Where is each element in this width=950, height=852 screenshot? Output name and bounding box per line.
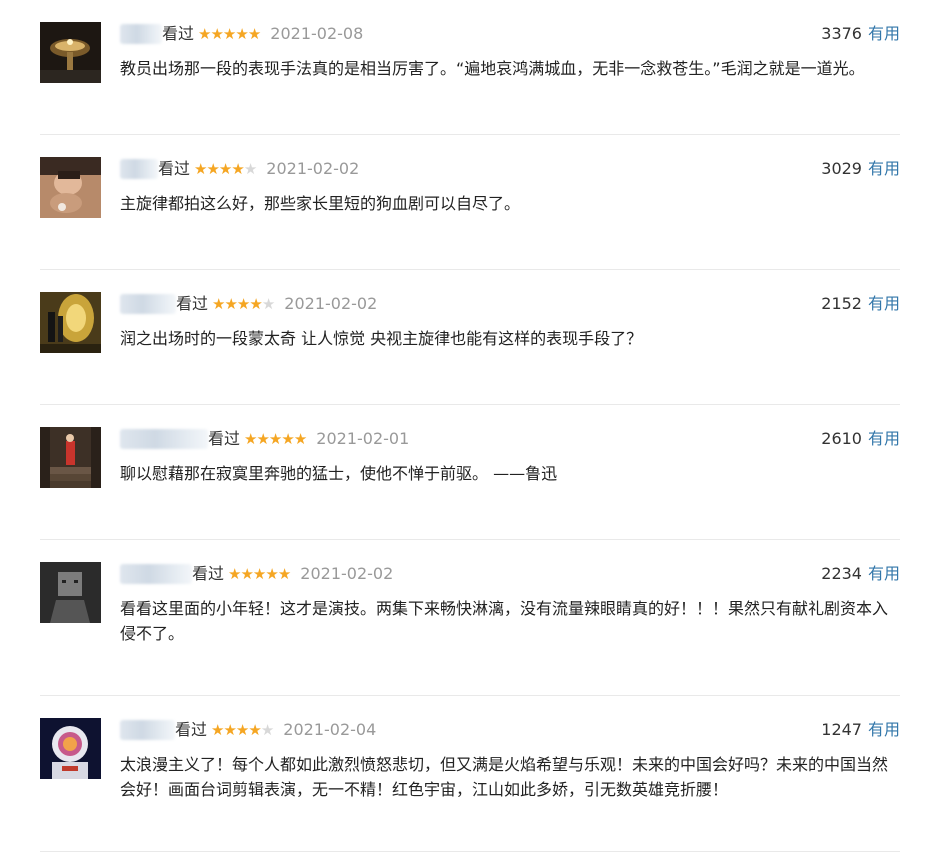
box-head-icon[interactable] [40,562,101,623]
star-icon: ★ [212,295,225,313]
star-icon: ★ [252,565,266,583]
star-icon: ★ [277,565,291,583]
vote-count: 2152 [821,294,862,313]
watch-status: 看过 [176,294,209,313]
star-icon: ★ [268,430,282,448]
star-icon: ★ [235,721,249,739]
star-icon: ★ [281,430,294,448]
star-icon: ★ [228,565,241,583]
watch-status: 看过 [192,564,225,583]
comment-date: 2021-02-02 [266,159,360,178]
star-icon: ★ [248,721,261,739]
star-icon: ★ [223,721,236,739]
vote-count: 1247 [821,720,862,739]
rating-stars: ★★★★★ [194,158,257,180]
comment-text: 聊以慰藉那在寂寞里奔驰的猛士，使他不惮于前驱。 ——鲁迅 [120,464,558,483]
comment-item: 看过 ★★★★★ 2021-02-02 2234 有用 看看这里面的小年轻！这才… [40,540,900,696]
comment-header: 看过 ★★★★★ 2021-02-02 2234 有用 [120,563,900,585]
star-icon: ★ [198,25,211,43]
star-icon: ★ [293,430,307,448]
watch-status: 看过 [208,429,241,448]
star-empty-icon: ★ [260,721,274,739]
username-blurred[interactable] [120,159,158,179]
watch-status: 看过 [162,24,195,43]
comment-header: 看过 ★★★★★ 2021-02-04 1247 有用 [120,719,900,741]
rating-stars: ★★★★★ [212,293,275,315]
stairs-figure-icon[interactable] [40,427,101,488]
rating-stars: ★★★★★ [198,23,261,45]
star-empty-icon: ★ [261,295,275,313]
comment-item: 看过 ★★★★★ 2021-02-04 1247 有用 太浪漫主义了！每个人都如… [40,696,900,852]
useful-button[interactable]: 有用 [868,23,900,45]
comment-text: 主旋律都拍这么好，那些家长里短的狗血剧可以自尽了。 [120,194,521,213]
star-icon: ★ [218,160,232,178]
star-icon: ★ [240,565,253,583]
username-blurred[interactable] [120,24,162,44]
comment-header: 看过 ★★★★★ 2021-02-02 2152 有用 [120,293,900,315]
useful-button[interactable]: 有用 [868,293,900,315]
astronaut-icon[interactable] [40,718,101,779]
comment-header: 看过 ★★★★★ 2021-02-02 3029 有用 [120,158,900,180]
comment-text: 看看这里面的小年轻！这才是演技。两集下来畅快淋漓，没有流量辣眼睛真的好！！！果然… [120,599,889,643]
comment-header: 看过 ★★★★★ 2021-02-01 2610 有用 [120,428,900,450]
comment-item: 看过 ★★★★★ 2021-02-01 2610 有用 聊以慰藉那在寂寞里奔驰的… [40,405,900,540]
star-icon: ★ [236,295,250,313]
comment-date: 2021-02-01 [316,429,410,448]
star-icon: ★ [222,25,236,43]
username-blurred[interactable] [120,720,175,740]
vote-count: 3376 [821,24,862,43]
star-icon: ★ [206,160,219,178]
username-blurred[interactable] [120,429,208,449]
rating-stars: ★★★★★ [211,719,274,741]
star-icon: ★ [210,25,223,43]
rating-stars: ★★★★★ [244,428,307,450]
comment-date: 2021-02-02 [284,294,378,313]
vote-count: 2610 [821,429,862,448]
comment-text: 教员出场那一段的表现手法真的是相当厉害了。“遍地哀鸿满城血，无非一念救苍生。”毛… [120,59,865,78]
username-blurred[interactable] [120,564,192,584]
comment-item: 看过 ★★★★★ 2021-02-02 2152 有用 润之出场时的一段蒙太奇 … [40,270,900,405]
star-icon: ★ [235,25,248,43]
comment-date: 2021-02-08 [270,24,364,43]
comment-item: 看过 ★★★★★ 2021-02-08 3376 有用 教员出场那一段的表现手法… [40,0,900,135]
useful-button[interactable]: 有用 [868,158,900,180]
comment-item: 看过 ★★★★★ 2021-02-02 3029 有用 主旋律都拍这么好，那些家… [40,135,900,270]
watch-status: 看过 [158,159,191,178]
star-icon: ★ [249,295,262,313]
person-photo-icon[interactable] [40,157,101,218]
star-icon: ★ [244,430,257,448]
star-icon: ★ [265,565,278,583]
star-empty-icon: ★ [243,160,257,178]
useful-button[interactable]: 有用 [868,719,900,741]
watch-status: 看过 [175,720,208,739]
vote-count: 2234 [821,564,862,583]
comment-date: 2021-02-02 [300,564,394,583]
star-icon: ★ [247,25,261,43]
comment-list: 看过 ★★★★★ 2021-02-08 3376 有用 教员出场那一段的表现手法… [40,0,900,852]
rating-stars: ★★★★★ [228,563,291,585]
useful-button[interactable]: 有用 [868,563,900,585]
comment-text: 太浪漫主义了！每个人都如此激烈愤怒悲切，但又满是火焰希望与乐观！未来的中国会好吗… [120,755,889,799]
vote-count: 3029 [821,159,862,178]
star-icon: ★ [194,160,207,178]
star-icon: ★ [224,295,237,313]
tunnel-figures-icon[interactable] [40,292,101,353]
star-icon: ★ [256,430,269,448]
star-icon: ★ [231,160,244,178]
username-blurred[interactable] [120,294,176,314]
golden-chandelier-icon[interactable] [40,22,101,83]
comment-header: 看过 ★★★★★ 2021-02-08 3376 有用 [120,23,900,45]
useful-button[interactable]: 有用 [868,428,900,450]
comment-date: 2021-02-04 [283,720,377,739]
star-icon: ★ [211,721,224,739]
comment-text: 润之出场时的一段蒙太奇 让人惊觉 央视主旋律也能有这样的表现手段了？ [120,329,643,348]
